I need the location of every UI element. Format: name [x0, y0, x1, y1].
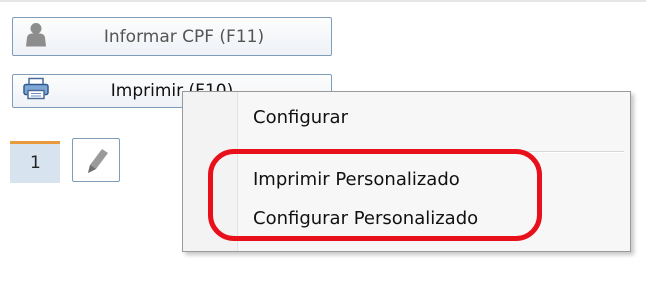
edit-button[interactable] [72, 138, 120, 182]
menu-item-imprimir-personalizado[interactable]: Imprimir Personalizado [253, 169, 460, 190]
top-strip [0, 0, 646, 6]
menu-item-configurar[interactable]: Configurar [253, 107, 348, 128]
page-number-tab[interactable]: 1 [10, 141, 60, 183]
menu-icon-gutter [183, 92, 238, 251]
top-shade [0, 0, 646, 2]
page-number: 1 [30, 153, 41, 173]
menu-item-configurar-personalizado[interactable]: Configurar Personalizado [253, 208, 478, 229]
informar-cpf-label: Informar CPF (F11) [103, 26, 265, 47]
pencil-icon [88, 149, 108, 173]
menu-separator [241, 151, 624, 153]
print-context-menu: Configurar Imprimir Personalizado Config… [182, 91, 631, 252]
informar-cpf-button[interactable]: Informar CPF (F11) [12, 17, 332, 56]
